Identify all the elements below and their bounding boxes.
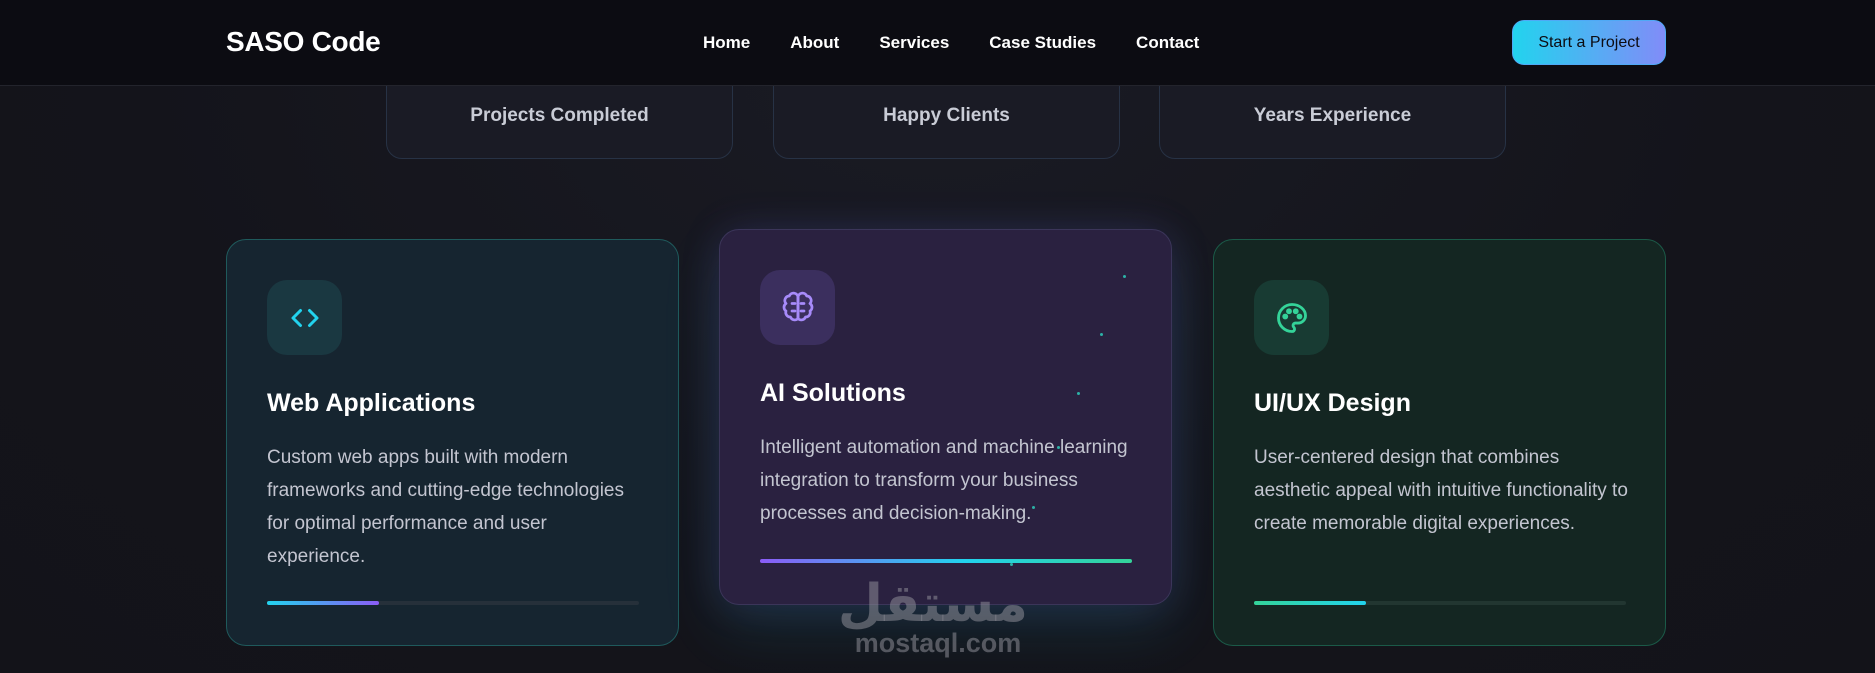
site-logo[interactable]: SASO Code <box>226 26 381 58</box>
sparkle-dot <box>1032 506 1035 509</box>
palette-icon <box>1276 302 1307 333</box>
nav-link-contact[interactable]: Contact <box>1136 33 1199 53</box>
sparkle-dot <box>1057 446 1060 449</box>
watermark-latin: mostaql.com <box>854 628 1022 658</box>
palette-icon-box <box>1254 280 1329 355</box>
code-icon-box <box>267 280 342 355</box>
navbar: SASO Code Home About Services Case Studi… <box>0 0 1875 86</box>
progress-track <box>760 559 1132 563</box>
service-description: Intelligent automation and machine learn… <box>760 437 1128 524</box>
watermark-arabic: مستقل <box>837 574 1028 634</box>
service-title: AI Solutions <box>760 379 906 407</box>
code-icon <box>291 308 318 327</box>
service-title: UI/UX Design <box>1254 389 1411 417</box>
stat-label: Projects Completed <box>470 105 649 126</box>
service-card-web-applications[interactable]: Web Applications Custom web apps built w… <box>226 239 679 646</box>
brain-icon <box>782 291 813 321</box>
progress-track <box>1254 601 1626 605</box>
progress-fill <box>1254 601 1366 605</box>
nav-links: Home About Services Case Studies Contact <box>703 33 1199 53</box>
service-card-ui-ux-design[interactable]: UI/UX Design User-centered design that c… <box>1213 239 1666 646</box>
progress-track <box>267 601 639 605</box>
sparkle-dot <box>1077 392 1080 395</box>
stat-label: Years Experience <box>1253 105 1412 126</box>
sparkle-dot <box>1010 563 1013 566</box>
progress-fill <box>267 601 379 605</box>
progress-fill <box>760 559 1132 563</box>
service-description: User-centered design that combines aesth… <box>1254 447 1628 534</box>
mostaql-watermark: مستقل mostaql.com <box>837 574 1028 659</box>
page: SASO Code Home About Services Case Studi… <box>0 0 1875 673</box>
nav-link-case-studies[interactable]: Case Studies <box>989 33 1096 53</box>
sparkle-dot <box>1123 275 1126 278</box>
service-description: Custom web apps built with modern framew… <box>267 447 624 567</box>
nav-link-services[interactable]: Services <box>879 33 949 53</box>
nav-link-about[interactable]: About <box>790 33 839 53</box>
start-project-button[interactable]: Start a Project <box>1512 20 1666 65</box>
service-title: Web Applications <box>267 389 476 417</box>
stat-label: Happy Clients <box>883 105 1010 126</box>
brain-icon-box <box>760 270 835 345</box>
service-card-ai-solutions[interactable]: AI Solutions Intelligent automation and … <box>719 229 1172 605</box>
sparkle-dot <box>1100 333 1103 336</box>
nav-link-home[interactable]: Home <box>703 33 750 53</box>
